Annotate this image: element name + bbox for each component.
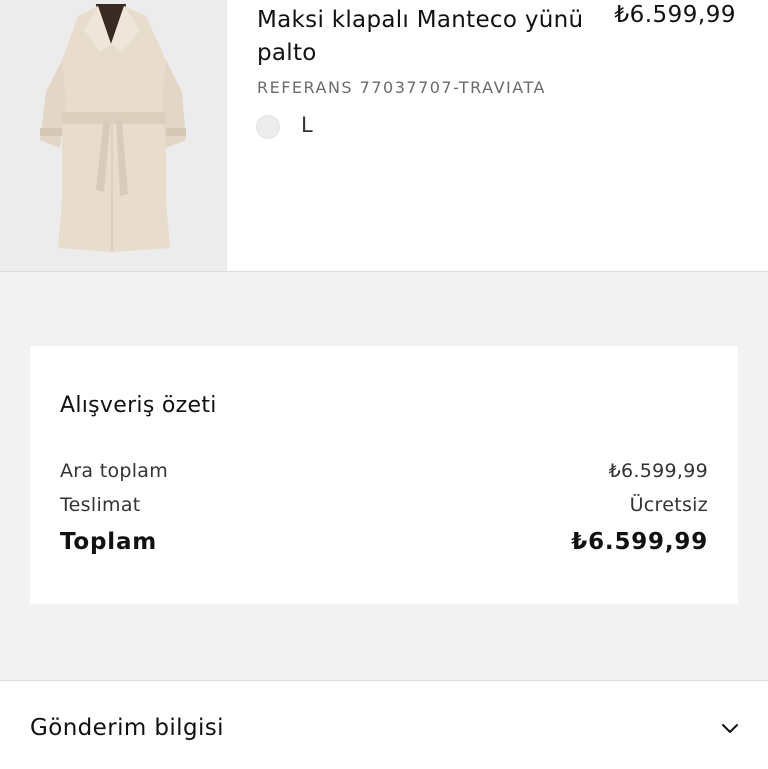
coat-illustration bbox=[0, 0, 227, 271]
chevron-down-icon[interactable] bbox=[720, 718, 740, 738]
shipping-info-accordion[interactable]: Gönderim bilgisi bbox=[0, 680, 768, 769]
product-size: L bbox=[301, 113, 313, 137]
summary-title: Alışveriş özeti bbox=[60, 393, 217, 418]
subtotal-label: Ara toplam bbox=[60, 460, 169, 482]
product-title[interactable]: Maksi klapalı Manteco yünü palto bbox=[257, 4, 587, 70]
total-row: Toplam ₺6.599,99 bbox=[60, 529, 708, 555]
delivery-value: Ücretsiz bbox=[629, 494, 708, 516]
cart-item: Maksi klapalı Manteco yünü palto ₺6.599,… bbox=[0, 0, 768, 272]
total-value: ₺6.599,99 bbox=[571, 529, 708, 555]
delivery-row: Teslimat Ücretsiz bbox=[60, 494, 708, 516]
delivery-label: Teslimat bbox=[60, 494, 141, 516]
order-summary: Alışveriş özeti Ara toplam ₺6.599,99 Tes… bbox=[30, 346, 738, 604]
total-label: Toplam bbox=[60, 529, 158, 555]
product-price: ₺6.599,99 bbox=[614, 2, 736, 28]
shipping-info-label: Gönderim bilgisi bbox=[30, 715, 224, 741]
subtotal-row: Ara toplam ₺6.599,99 bbox=[60, 460, 708, 482]
product-image[interactable] bbox=[0, 0, 227, 271]
color-swatch bbox=[256, 115, 280, 139]
subtotal-value: ₺6.599,99 bbox=[608, 460, 708, 482]
product-reference: REFERANS 77037707-TRAVIATA bbox=[257, 78, 546, 97]
